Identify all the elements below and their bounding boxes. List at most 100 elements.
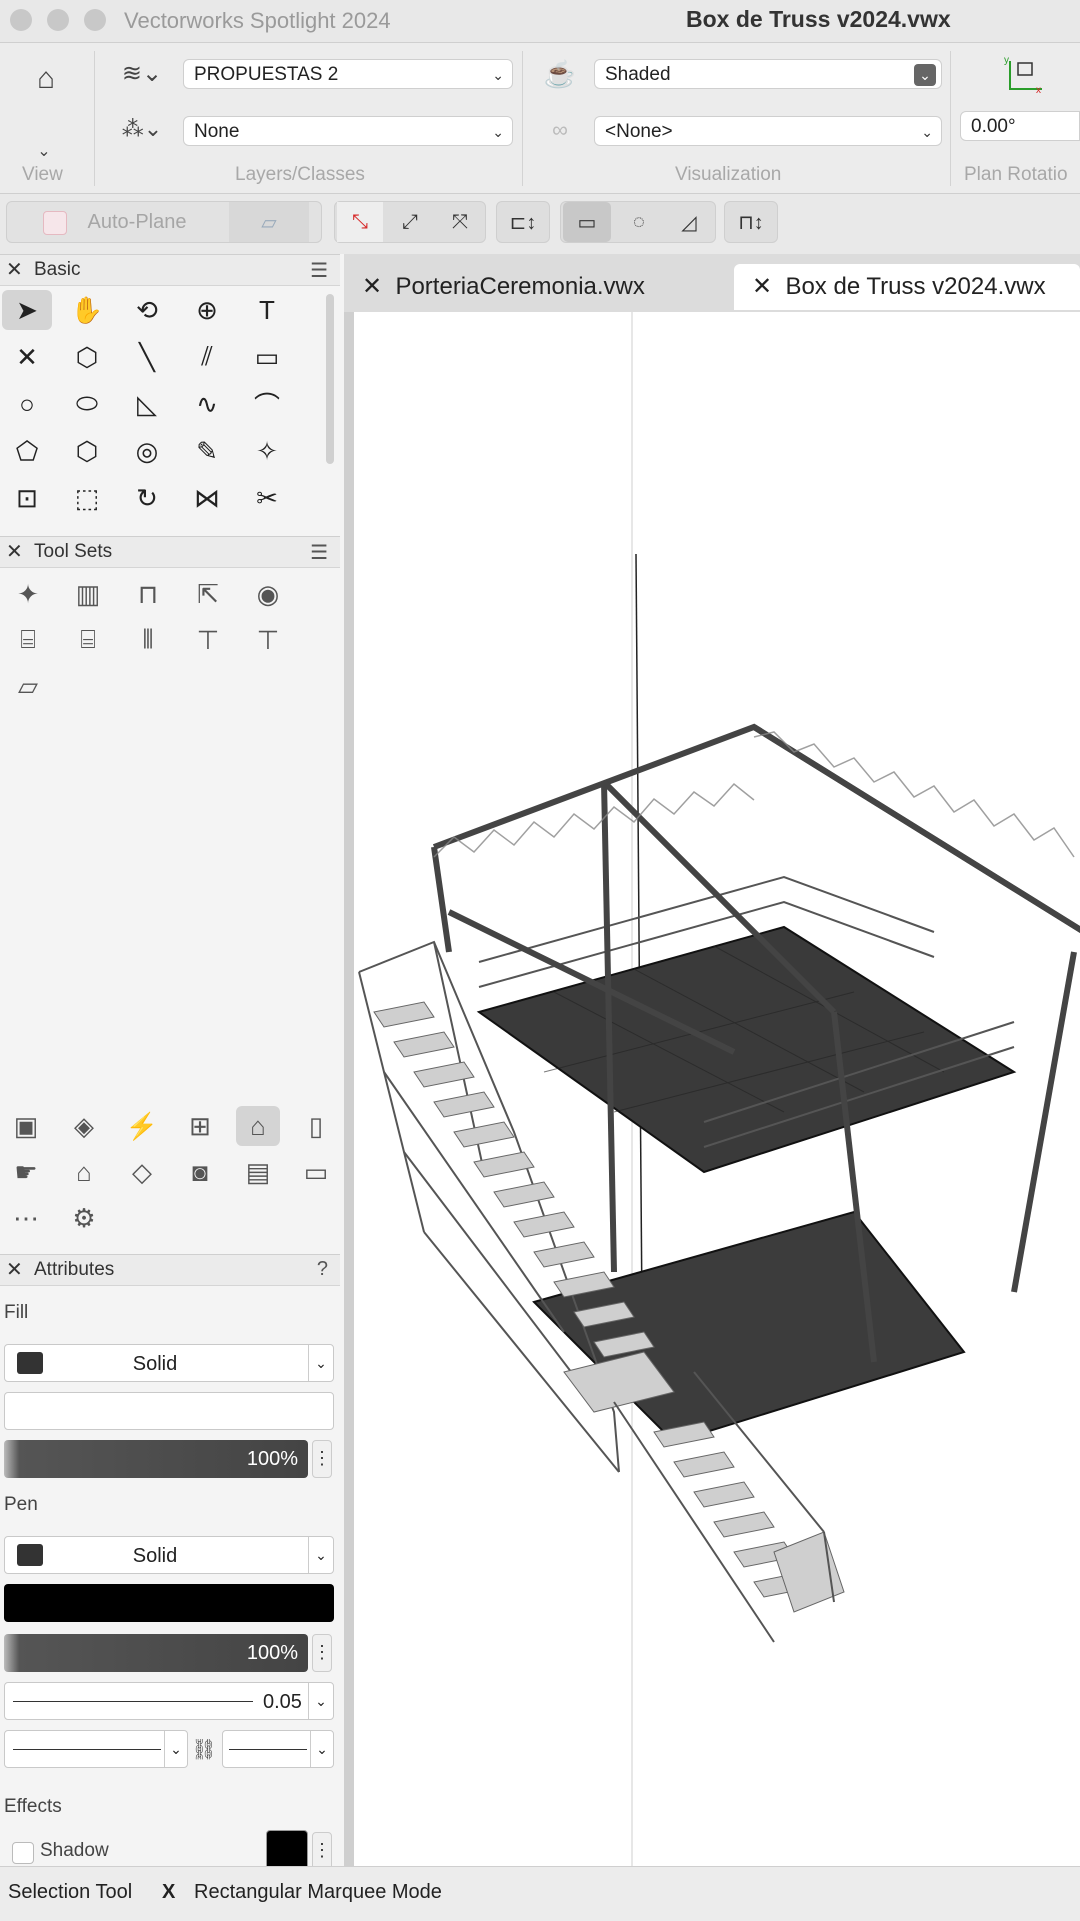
drawing-viewport[interactable] xyxy=(354,312,1080,1866)
palette-scrollbar[interactable] xyxy=(326,294,334,464)
plan-rotation-icon[interactable]: xy xyxy=(1002,55,1050,95)
stage-deck-set-icon[interactable]: ▱ xyxy=(6,666,50,706)
house-icon[interactable]: ⌂ xyxy=(22,55,70,103)
close-icon[interactable]: ✕ xyxy=(6,539,23,564)
zoom-tool-icon[interactable]: ⊕ xyxy=(182,290,232,330)
snap-off-icon[interactable]: ⤡ xyxy=(337,202,383,242)
cabinet-set-icon[interactable]: ▤ xyxy=(236,1152,280,1192)
class-dropdown[interactable]: None ⌄ xyxy=(183,116,513,146)
magic-wand-tool-icon[interactable]: ✧ xyxy=(242,431,292,471)
door-set-icon[interactable]: ▯ xyxy=(294,1106,338,1146)
electrical-set-icon[interactable]: ⚡ xyxy=(120,1106,164,1146)
teapot-render-icon[interactable]: ☕ xyxy=(538,57,582,91)
reshape-tool-icon[interactable]: ⬚ xyxy=(62,478,112,518)
hand-tool-set-icon[interactable]: ☛ xyxy=(4,1152,48,1192)
double-line-tool-icon[interactable]: ⫽ xyxy=(182,337,232,377)
polyline-tool-icon[interactable]: ⌒ xyxy=(242,384,292,424)
polygon-marquee-icon[interactable]: ◿ xyxy=(665,202,713,242)
rectangle-tool-icon[interactable]: ▭ xyxy=(242,337,292,377)
pen-opacity-bar[interactable]: 100% xyxy=(4,1634,308,1672)
auto-plane-label[interactable]: Auto-Plane xyxy=(77,202,197,242)
move-by-points-tool-icon[interactable]: ⊡ xyxy=(2,478,52,518)
line-weight-dropdown[interactable]: 0.05 ⌄ xyxy=(4,1682,334,1720)
close-icon[interactable]: ✕ xyxy=(362,273,382,300)
flyover-tool-icon[interactable]: ⟲ xyxy=(122,290,172,330)
menu-icon[interactable]: ☰ xyxy=(310,258,328,283)
audience-set-icon[interactable]: ⌸ xyxy=(66,620,110,660)
selection-tool-icon[interactable]: ➤ xyxy=(2,290,52,330)
help-button[interactable]: ? xyxy=(317,1258,328,1281)
freehand-tool-icon[interactable]: ∿ xyxy=(182,384,232,424)
text-tool-icon[interactable]: T xyxy=(242,290,292,330)
mirror-tool-icon[interactable]: ⋈ xyxy=(182,478,232,518)
stack-layers-icon[interactable]: ⊓↕ xyxy=(727,202,775,242)
line-tool-icon[interactable]: ╲ xyxy=(122,337,172,377)
unlink-icon[interactable]: ⛓ xyxy=(191,1734,216,1764)
regular-polygon-tool-icon[interactable]: ⬡ xyxy=(62,431,112,471)
fill-pattern-field[interactable] xyxy=(4,1392,334,1430)
camera-set-icon[interactable]: ◙ xyxy=(178,1152,222,1192)
shelf-set-icon[interactable]: ▭ xyxy=(294,1152,338,1192)
gear-set-icon[interactable]: ⚙ xyxy=(62,1198,106,1238)
building-set-icon[interactable]: ⌂ xyxy=(62,1152,106,1192)
fill-style-dropdown[interactable]: Solid ⌄ xyxy=(4,1344,334,1382)
staging-set-icon[interactable]: ⊤ xyxy=(186,620,230,660)
pen-color-bar[interactable] xyxy=(4,1584,334,1622)
split-tool-icon[interactable]: ✂ xyxy=(242,478,292,518)
close-window-button[interactable] xyxy=(10,9,32,31)
truss-set-icon[interactable]: ⊓ xyxy=(126,574,170,614)
spiral-tool-icon[interactable]: ◎ xyxy=(122,431,172,471)
plane-icon[interactable]: ▱ xyxy=(229,202,309,242)
scenic-set-icon[interactable]: ⌂ xyxy=(236,1106,280,1146)
locus-tool-icon[interactable]: ✕ xyxy=(2,337,52,377)
close-icon[interactable]: ✕ xyxy=(752,273,772,300)
3d-locus-tool-icon[interactable]: ⬡ xyxy=(62,337,112,377)
eyedropper-tool-icon[interactable]: ✎ xyxy=(182,431,232,471)
chevron-down-icon[interactable]: ⌄ xyxy=(32,139,56,163)
rotation-field[interactable]: 0.00° xyxy=(960,111,1080,141)
projector-set-icon[interactable]: ◈ xyxy=(62,1106,106,1146)
soft-goods-set-icon[interactable]: ⦀ xyxy=(126,620,170,660)
lighting-set-icon[interactable]: ✦ xyxy=(6,574,50,614)
rectangle-marquee-icon[interactable]: ▭ xyxy=(563,202,611,242)
snap-diagonal-icon[interactable]: ⤢ xyxy=(387,202,433,242)
visualization-set-icon[interactable]: ◉ xyxy=(246,574,290,614)
start-marker-dropdown[interactable]: ⌄ xyxy=(4,1730,188,1768)
video-set-icon[interactable]: ▣ xyxy=(4,1106,48,1146)
render-mode-dropdown[interactable]: Shaded ⌄ xyxy=(594,59,942,89)
close-icon[interactable]: ✕ xyxy=(6,257,23,282)
glass-set-icon[interactable]: ◇ xyxy=(120,1152,164,1192)
viewpoint-dropdown[interactable]: <None> ⌄ xyxy=(594,116,942,146)
layers-icon[interactable]: ≋⌄ xyxy=(112,57,172,89)
end-marker-dropdown[interactable]: ⌄ xyxy=(222,1730,334,1768)
pen-style-dropdown[interactable]: Solid ⌄ xyxy=(4,1536,334,1574)
align-icon[interactable]: ⊏↕ xyxy=(499,202,547,242)
fastener-set-icon[interactable]: ⋯ xyxy=(4,1198,48,1238)
snap-points-icon[interactable]: ⤧ xyxy=(437,202,483,242)
circle-tool-icon[interactable]: ○ xyxy=(2,384,52,424)
zoom-window-button[interactable] xyxy=(84,9,106,31)
platform-set-icon[interactable]: ⊤ xyxy=(246,620,290,660)
arc-tool-icon[interactable]: ◺ xyxy=(122,384,172,424)
more-icon[interactable]: ⋮ xyxy=(312,1832,332,1870)
rotate-tool-icon[interactable]: ↻ xyxy=(122,478,172,518)
tab-porteria-ceremonia[interactable]: ✕ PorteriaCeremonia.vwx xyxy=(344,264,722,310)
lasso-marquee-icon[interactable]: ◌ xyxy=(615,202,663,242)
fill-opacity-bar[interactable]: 100% xyxy=(4,1440,308,1478)
seating-set-icon[interactable]: ⌸ xyxy=(6,620,50,660)
layer-dropdown[interactable]: PROPUESTAS 2 ⌄ xyxy=(183,59,513,89)
fence-set-icon[interactable]: ▥ xyxy=(66,574,110,614)
shadow-checkbox[interactable] xyxy=(12,1842,34,1864)
tab-box-de-truss[interactable]: ✕ Box de Truss v2024.vwx xyxy=(734,264,1080,310)
auto-plane-checkbox[interactable] xyxy=(43,211,67,235)
menu-icon[interactable]: ☰ xyxy=(310,540,328,565)
more-icon[interactable]: ⋮ xyxy=(312,1634,332,1672)
classes-icon[interactable]: ⁂⌄ xyxy=(112,113,172,145)
cable-set-icon[interactable]: ⊞ xyxy=(178,1106,222,1146)
oval-tool-icon[interactable]: ⬭ xyxy=(62,384,112,424)
polygon-tool-icon[interactable]: ⬠ xyxy=(2,431,52,471)
more-icon[interactable]: ⋮ xyxy=(312,1440,332,1478)
rigging-set-icon[interactable]: ⇱ xyxy=(186,574,230,614)
pan-tool-icon[interactable]: ✋ xyxy=(62,290,112,330)
minimize-window-button[interactable] xyxy=(47,9,69,31)
